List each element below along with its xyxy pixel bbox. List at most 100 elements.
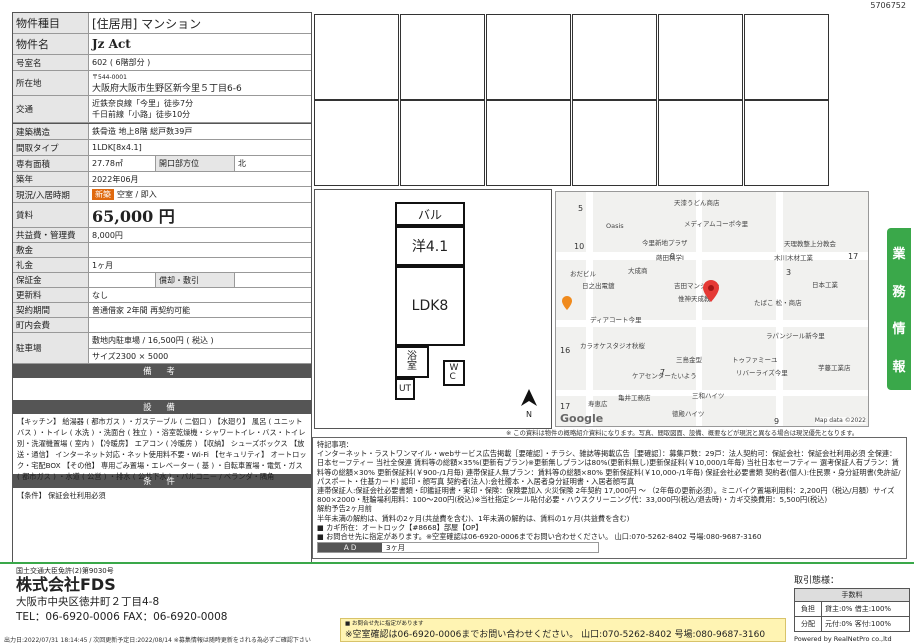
status-block: 新築 空室 / 即入 <box>89 187 311 202</box>
row-label: 間取タイプ <box>13 140 89 155</box>
notes-line: ■ カギ所在：オートロック【#8668】部屋【OP】 <box>317 522 483 532</box>
ad-label: ＡＤ <box>318 543 382 553</box>
map-label: おだビル <box>570 270 596 278</box>
row-key-money: 礼金 1ヶ月 <box>13 258 311 273</box>
row-type: 物件種目 [住居用] マンション <box>13 13 311 34</box>
location-pin-icon[interactable] <box>703 280 719 302</box>
commission-value: 貸主:0% 借主:100% <box>825 605 892 613</box>
photo-placeholder[interactable] <box>572 100 657 186</box>
row-transport: 交通 近鉄奈良線「今里」徒歩7分 千日前線「小路」徒歩10分 <box>13 96 311 123</box>
photo-placeholder[interactable] <box>400 100 485 186</box>
ad-row: ＡＤ 3ヶ月 <box>317 542 599 554</box>
special-notes: 特記事項： インターネット・ラストワンマイル・webサービス広告掲載［要確認］・… <box>312 437 907 559</box>
map-label: トゥファミーユ <box>732 356 778 364</box>
document-id: 5706752 <box>870 1 906 10</box>
zip-code: 〒544-0001 <box>92 74 127 81</box>
company-phone: TEL：06-6920-0006 FAX：06-6920-0008 <box>16 611 228 623</box>
western-room-label: 洋4.1 <box>395 226 465 266</box>
remarks-header: 備 考 <box>13 364 311 378</box>
row-label: 交通 <box>13 96 89 122</box>
row-value <box>89 273 155 287</box>
map-label: 亀井工務店 <box>618 394 651 402</box>
row-sublabel: 開口部方位 <box>155 156 235 171</box>
block-number: 10 <box>574 242 585 251</box>
business-info-tab[interactable]: 業 務 情 報 <box>887 228 911 390</box>
photo-placeholder[interactable] <box>314 14 399 100</box>
row-value: 2022年06月 <box>92 174 139 184</box>
row-label: 所在地 <box>13 71 89 95</box>
notes-line: 解約予告2ヶ月前 <box>317 504 372 514</box>
row-structure: 建築構造 鉄骨造 地上8階 総戸数39戸 <box>13 123 311 140</box>
property-table: 物件種目 [住居用] マンション 物件名 Jz Act 号室名 602 ( 6階… <box>12 12 312 563</box>
row-value: 1ヶ月 <box>92 260 114 270</box>
conditions-body: 【条件】 保証会社利用必須 <box>17 491 106 500</box>
photo-placeholder[interactable] <box>572 14 657 100</box>
map-label: 三和ハイツ <box>692 392 725 400</box>
powered-by: Powered by RealNetPro co.,ltd <box>794 635 892 643</box>
row-value: 1LDK[8x4.1] <box>92 143 142 152</box>
block-number: 7 <box>660 368 666 377</box>
disclaimer-text: ※ この資料は物件の概略紹介資料になります。写真、間取図面、設備、概要などが現況… <box>506 430 859 437</box>
photo-placeholder[interactable] <box>486 100 571 186</box>
bath-label: 浴 室 <box>395 346 429 378</box>
map-label: 今里新地プラザ <box>642 239 688 247</box>
block-number: 5 <box>578 204 584 213</box>
map-label: 日之出電鍍 <box>582 282 615 290</box>
company-address: 大阪市中央区徳井町２丁目4-8 <box>16 596 160 608</box>
row-label: 築年 <box>13 172 89 186</box>
photo-placeholder[interactable] <box>400 14 485 100</box>
row-value: [住居用] マンション <box>92 16 202 31</box>
parking-line: サイズ2300 × 5000 <box>92 351 169 361</box>
photo-placeholder[interactable] <box>658 100 743 186</box>
notes-line: ■ お問合せ先に指定があります。※空室確認は06-6920-0006までお問い合… <box>317 532 762 542</box>
transport-line: 千日前線「小路」徒歩10分 <box>92 110 191 119</box>
photo-placeholder[interactable] <box>744 14 829 100</box>
map-road <box>586 192 593 426</box>
row-renewal: 更新料 なし <box>13 288 311 303</box>
restaurant-pin-icon <box>562 296 572 310</box>
row-label: 共益費・管理費 <box>13 228 89 242</box>
company-info: 国土交通大臣免許(2)第9030号 株式会社FDS 大阪市中央区徳井町２丁目4-… <box>16 566 227 624</box>
row-label: 駐車場 <box>13 333 89 363</box>
parking-line: 敷地内駐車場 / 16,500円 ( 税込 ) <box>89 333 311 349</box>
map-label: 寿恵広 <box>588 400 608 408</box>
photo-placeholder[interactable] <box>486 14 571 100</box>
contact-note-main: ※空室確認は06-6920-0006までお問い合わせください。 山口:070-5… <box>345 630 766 640</box>
transport-block: 近鉄奈良線「今里」徒歩7分 千日前線「小路」徒歩10分 <box>89 96 311 122</box>
row-label: 号室名 <box>13 55 89 70</box>
row-name: 物件名 Jz Act <box>13 34 311 55</box>
location-map[interactable]: 天漆うどん商店 メディアムコーポ今里 Oasis 今里新地プラザ 蒔田科学I 大… <box>555 191 869 427</box>
map-label: リバーライズ今里 <box>736 369 788 377</box>
row-subvalue <box>235 273 311 287</box>
block-number: 3 <box>786 268 792 277</box>
row-status: 現況/入居時期 新築 空室 / 即入 <box>13 187 311 203</box>
map-label: 天漆うどん商店 <box>674 199 720 207</box>
row-fee: 共益費・管理費 8,000円 <box>13 228 311 243</box>
photo-placeholder[interactable] <box>744 100 829 186</box>
map-label: 大成商 <box>628 267 648 275</box>
photo-placeholder[interactable] <box>314 100 399 186</box>
row-room: 号室名 602 ( 6階部分 ) <box>13 55 311 71</box>
commission-value: 元付:0% 客付:100% <box>825 620 892 628</box>
ldk-label: LDK8 <box>395 266 465 346</box>
address-value: 大阪府大阪市生野区新今里５丁目6-6 <box>92 84 242 94</box>
row-layout: 間取タイプ 1LDK[8x4.1] <box>13 140 311 156</box>
row-label: 建築構造 <box>13 124 89 139</box>
row-value <box>89 243 311 257</box>
photo-placeholder[interactable] <box>658 14 743 100</box>
row-assoc-fee: 町内会費 <box>13 318 311 333</box>
property-name: Jz Act <box>92 37 131 51</box>
google-logo: Google <box>560 412 604 425</box>
map-label: ラパンジール新今里 <box>766 332 825 340</box>
map-label: たばこ 松・商店 <box>754 299 802 307</box>
floor-plan: バル 洋4.1 LDK8 浴 室 UT W C N <box>314 189 552 429</box>
row-label: 物件種目 <box>13 13 89 33</box>
utility-label: UT <box>395 378 415 400</box>
commission-box: 取引態様： 手数料 負担 貸主:0% 借主:100% 分配 元付:0% 客付:1… <box>794 573 910 643</box>
row-contract: 契約期間 普通借家 2年間 再契約可能 <box>13 303 311 318</box>
map-road <box>776 192 783 426</box>
map-road <box>556 252 868 260</box>
map-label: Oasis <box>606 222 624 230</box>
commission-row: 負担 貸主:0% 借主:100% <box>795 602 909 617</box>
row-label: 賃料 <box>13 203 89 227</box>
